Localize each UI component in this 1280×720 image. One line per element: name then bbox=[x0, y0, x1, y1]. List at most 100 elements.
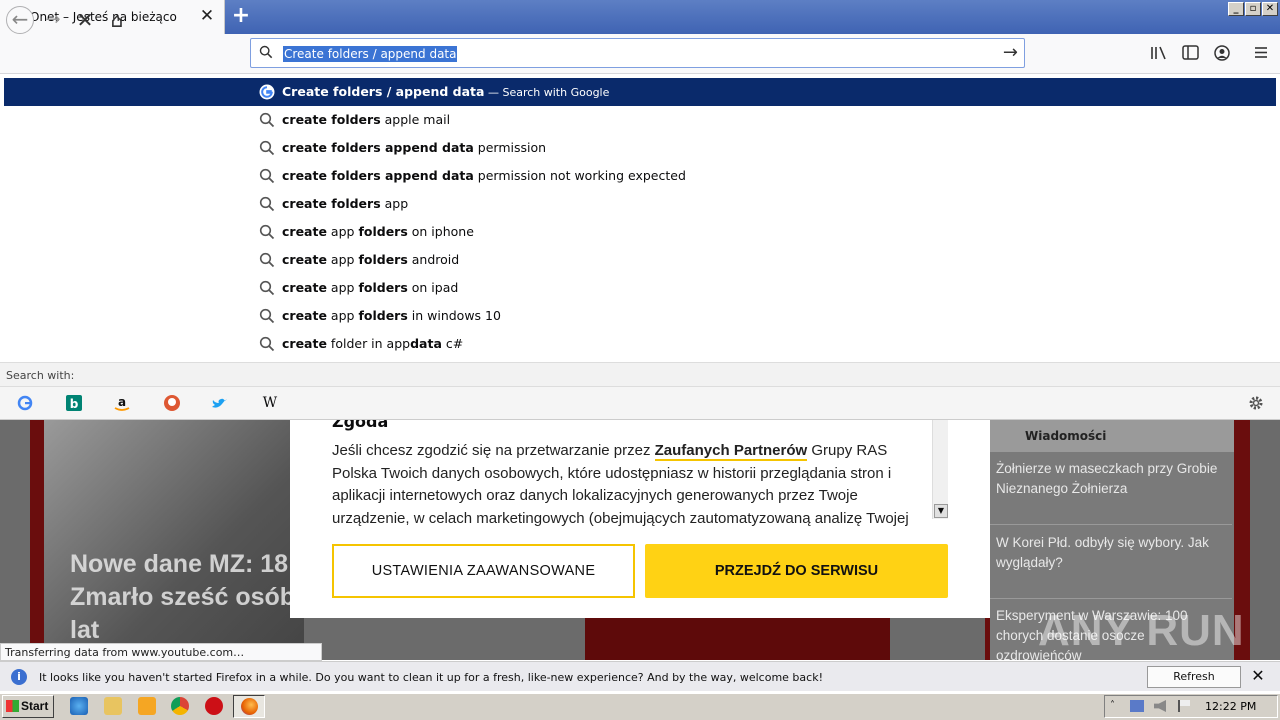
suggestion-item[interactable]: create app folders in windows 10 bbox=[0, 302, 1280, 330]
minimize-button[interactable]: _ bbox=[1228, 2, 1244, 16]
firefox-icon bbox=[241, 698, 258, 715]
start-label: Start bbox=[21, 699, 49, 713]
suggestion-text-part: app bbox=[326, 252, 359, 267]
bing-engine-icon[interactable]: b bbox=[62, 392, 86, 414]
suggestion-text-part: on ipad bbox=[407, 280, 459, 295]
media-player-taskbar-icon[interactable] bbox=[138, 697, 156, 715]
news-item[interactable]: W Korei Płd. odbyły się wybory. Jak wygl… bbox=[996, 533, 1226, 573]
amazon-engine-icon[interactable]: a bbox=[110, 392, 134, 414]
trusted-partners-link[interactable]: Zaufanych Partnerów bbox=[654, 442, 808, 461]
suggestion-text-part: app bbox=[326, 224, 359, 239]
refresh-firefox-button[interactable]: Refresh Firefox… bbox=[1147, 666, 1241, 703]
consent-scrollbar[interactable]: ▼ bbox=[932, 420, 948, 519]
ie-taskbar-icon[interactable] bbox=[70, 697, 88, 715]
maximize-button[interactable]: ▫ bbox=[1245, 2, 1261, 16]
wikipedia-engine-icon[interactable]: W bbox=[258, 392, 282, 414]
twitter-engine-icon[interactable] bbox=[208, 392, 232, 414]
suggestion-text: create app folders android bbox=[282, 252, 459, 267]
suggestion-text: create folders app bbox=[282, 196, 408, 211]
library-icon[interactable] bbox=[1150, 45, 1168, 61]
suggestion-item[interactable]: create folder in appdata c# bbox=[0, 330, 1280, 358]
suggestion-text-part: Create folders / append data bbox=[282, 84, 485, 99]
svg-text:b: b bbox=[70, 397, 79, 411]
suggestion-text-part: in windows 10 bbox=[407, 308, 501, 323]
suggestion-item[interactable]: create folders apple mail bbox=[0, 106, 1280, 134]
search-settings-gear-icon[interactable] bbox=[1247, 394, 1265, 412]
suggestion-text-part: app bbox=[380, 196, 409, 211]
suggestion-text-part: create bbox=[282, 252, 327, 267]
opera-taskbar-icon[interactable] bbox=[205, 697, 223, 715]
notification-close-icon[interactable]: ✕ bbox=[1250, 666, 1266, 686]
suggestion-item[interactable]: create app folders android bbox=[0, 246, 1280, 274]
new-tab-button[interactable]: + bbox=[230, 4, 252, 28]
continue-to-site-button[interactable]: PRZEJDŹ DO SERWISU bbox=[645, 544, 948, 598]
suggestion-item[interactable]: create folders append data permission bbox=[0, 134, 1280, 162]
scroll-down-icon[interactable]: ▼ bbox=[934, 504, 948, 518]
news-section-title[interactable]: Wiadomości bbox=[990, 420, 1234, 452]
suggestion-text-part: on iphone bbox=[407, 224, 474, 239]
sidebar-icon[interactable] bbox=[1182, 45, 1199, 60]
home-button[interactable]: ⌂ bbox=[104, 7, 130, 33]
divider bbox=[990, 598, 1232, 599]
url-input-value[interactable]: Create folders / append data bbox=[283, 46, 458, 62]
account-icon[interactable] bbox=[1214, 45, 1230, 61]
suggestion-text: create app folders on ipad bbox=[282, 280, 458, 295]
suggestion-text-part: data bbox=[410, 336, 442, 351]
consent-text: Jeśli chcesz zgodzić się na przetwarzani… bbox=[332, 440, 930, 538]
info-icon: i bbox=[11, 669, 27, 685]
search-icon bbox=[259, 280, 275, 296]
suggestion-text: create app folders in windows 10 bbox=[282, 308, 501, 323]
news-item[interactable]: Żołnierze w maseczkach przy Grobie Niezn… bbox=[996, 459, 1226, 499]
action-center-flag-icon[interactable] bbox=[1178, 700, 1190, 712]
suggestion-item[interactable]: create app folders on ipad bbox=[0, 274, 1280, 302]
suggestion-text-part: folders bbox=[358, 280, 408, 295]
duckduckgo-engine-icon[interactable] bbox=[160, 392, 184, 414]
suggestion-text: create app folders on iphone bbox=[282, 224, 474, 239]
suggestion-text-part: folders bbox=[358, 308, 408, 323]
chrome-taskbar-icon[interactable] bbox=[171, 697, 189, 715]
close-window-button[interactable]: ✕ bbox=[1262, 2, 1278, 16]
page-left-border bbox=[30, 420, 44, 660]
search-icon bbox=[259, 168, 275, 184]
consent-text-part: Jeśli chcesz zgodzić się na przetwarzani… bbox=[332, 442, 655, 459]
advanced-settings-button[interactable]: USTAWIENIA ZAAWANSOWANE bbox=[332, 544, 635, 598]
suggestion-text: create folders apple mail bbox=[282, 112, 450, 127]
suggestion-text-part: android bbox=[407, 252, 460, 267]
tab-close-icon[interactable]: ✕ bbox=[199, 7, 215, 25]
suggestion-text: create folders append data permission no… bbox=[282, 168, 686, 183]
suggestion-item[interactable]: create app folders on iphone bbox=[0, 218, 1280, 246]
firefox-taskbar-button[interactable] bbox=[233, 695, 265, 718]
suggestion-text-part: c# bbox=[441, 336, 464, 351]
divider bbox=[990, 524, 1232, 525]
suggestion-search-with-google[interactable]: Create folders / append data — Search wi… bbox=[0, 78, 1280, 106]
suggestion-item[interactable]: create folders app bbox=[0, 190, 1280, 218]
back-button[interactable]: ← bbox=[6, 6, 34, 34]
network-icon[interactable] bbox=[1130, 700, 1144, 712]
suggestion-text: create folder in appdata c# bbox=[282, 336, 463, 351]
menu-icon[interactable] bbox=[1254, 46, 1268, 59]
suggestion-text: create folders append data permission bbox=[282, 140, 546, 155]
stop-button[interactable]: ✕ bbox=[72, 7, 98, 33]
suggestion-text-part: app bbox=[326, 280, 359, 295]
news-headline[interactable]: Nowe dane MZ: 18 Zmarło sześć osób lat bbox=[70, 548, 300, 647]
explorer-taskbar-icon[interactable] bbox=[104, 697, 122, 715]
clock: 12:22 PM bbox=[1205, 700, 1257, 713]
google-engine-icon[interactable] bbox=[16, 392, 40, 414]
go-arrow-icon[interactable]: → bbox=[1003, 42, 1018, 63]
suggestion-text-part: folder in app bbox=[326, 336, 411, 351]
suggestion-item[interactable]: create folders append data permission no… bbox=[0, 162, 1280, 190]
forward-button[interactable]: → bbox=[40, 7, 66, 33]
suggestion-text-part: create bbox=[282, 308, 327, 323]
search-icon bbox=[259, 252, 275, 268]
start-button[interactable]: Start bbox=[2, 695, 54, 718]
suggestion-text-part: create folders bbox=[282, 196, 381, 211]
search-icon bbox=[259, 45, 273, 59]
google-icon bbox=[259, 84, 275, 100]
suggestion-text-part: folders bbox=[358, 252, 408, 267]
suggestion-text-part: create bbox=[282, 224, 327, 239]
search-with-label: Search with: bbox=[0, 362, 1280, 386]
tray-expand-icon[interactable]: ˄ bbox=[1110, 700, 1115, 711]
suggestion-text-part: folders bbox=[358, 224, 408, 239]
suggestion-text-part: create folders append data bbox=[282, 168, 474, 183]
url-bar[interactable]: Create folders / append data → bbox=[250, 38, 1025, 68]
